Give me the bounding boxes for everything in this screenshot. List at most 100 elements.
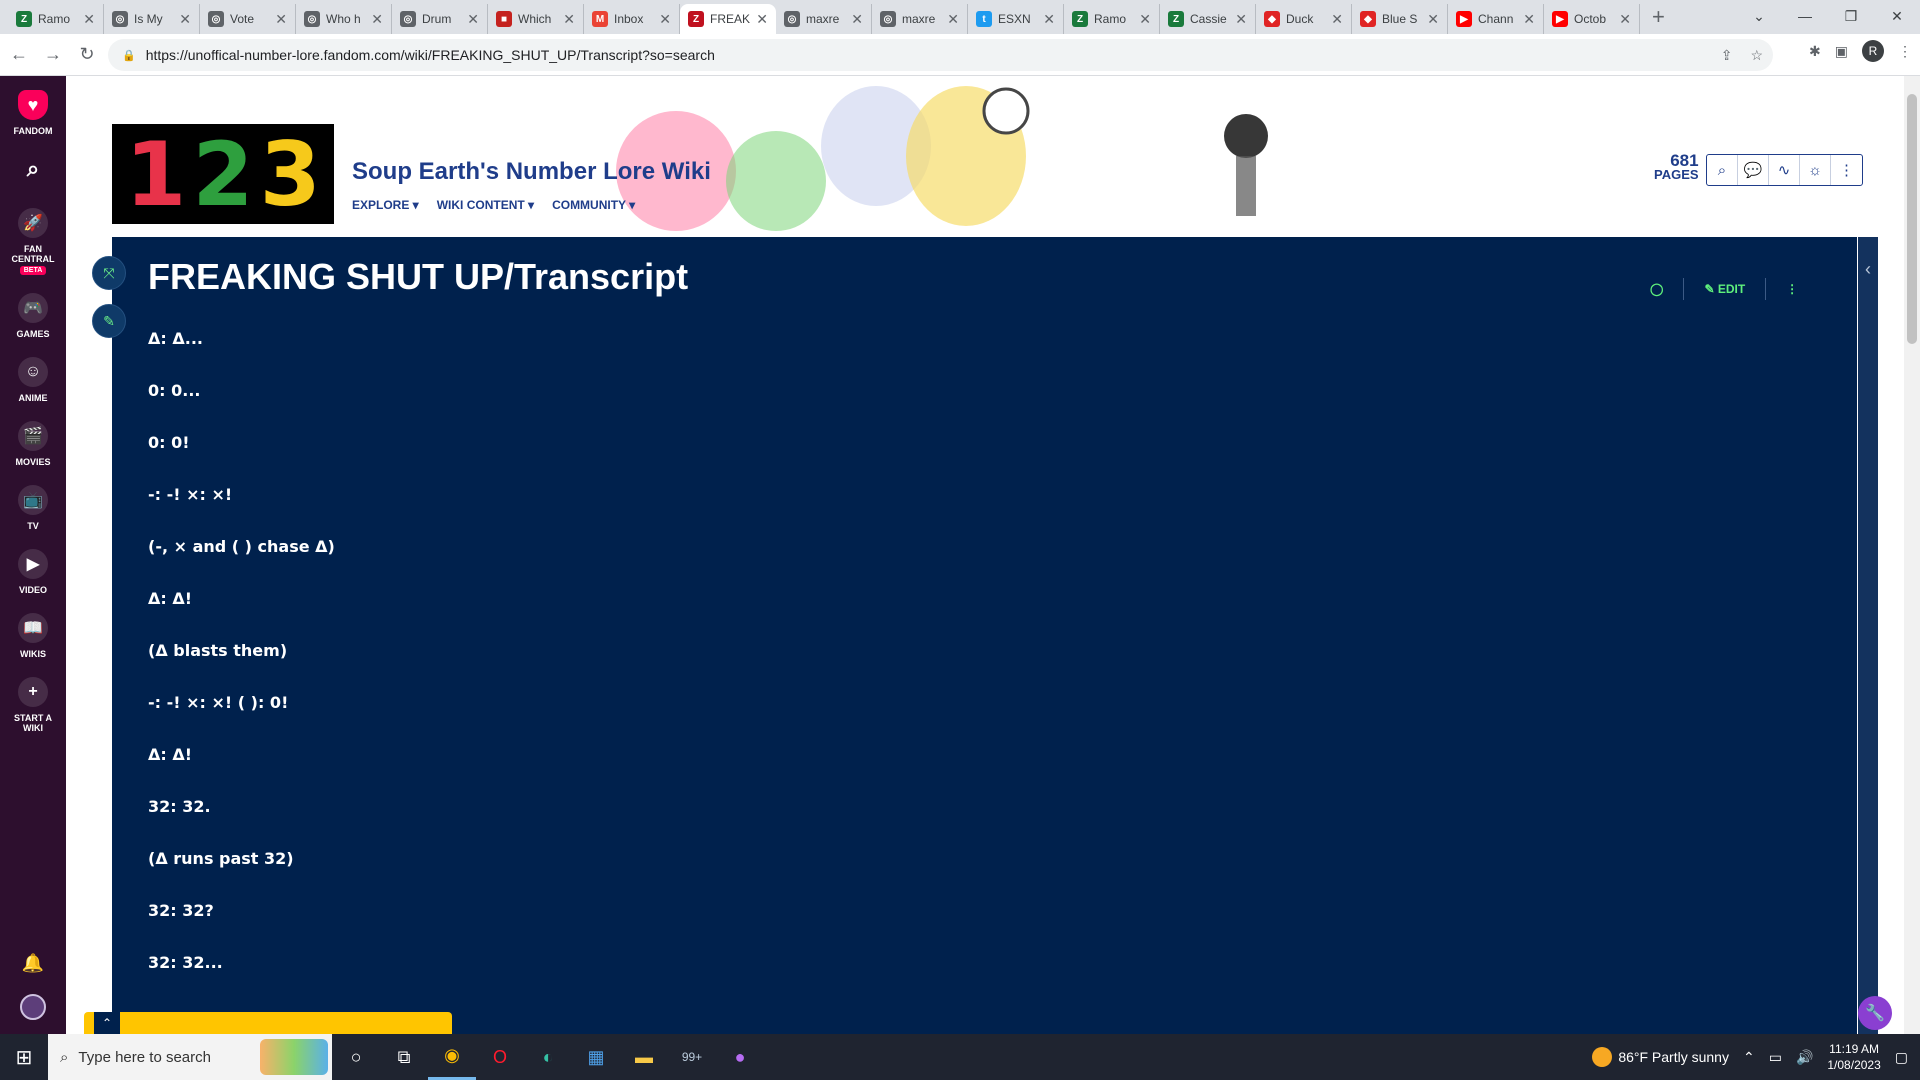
tab-close-icon[interactable]: ✕	[275, 11, 287, 28]
tab-close-icon[interactable]: ✕	[467, 11, 479, 28]
fullscreen-toggle-icon[interactable]: ⤧	[92, 256, 126, 290]
fandom-nav-fan-central[interactable]: 🚀 FAN CENTRAL BETA	[3, 208, 63, 275]
wiki-title[interactable]: Soup Earth's Number Lore Wiki	[352, 158, 711, 186]
fandom-nav-movies[interactable]: 🎬 MOVIES	[3, 421, 63, 467]
volume-icon[interactable]: 🔊	[1796, 1049, 1813, 1066]
edge-icon[interactable]: ◐	[524, 1034, 572, 1080]
tab-close-icon[interactable]: ✕	[83, 11, 95, 28]
wrench-tools-icon[interactable]: 🔧	[1858, 996, 1892, 1030]
edit-pencil-icon[interactable]: ✎	[92, 304, 126, 338]
tray-chevron-icon[interactable]: ⌃	[1743, 1049, 1755, 1066]
page-scrollbar[interactable]	[1904, 76, 1920, 1034]
tab-close-icon[interactable]: ✕	[1043, 11, 1055, 28]
minimize-button[interactable]: —	[1782, 0, 1828, 32]
fandom-nav-wikis[interactable]: 📖 WIKIS	[3, 613, 63, 659]
more-options-icon[interactable]: ⋮	[1831, 155, 1862, 185]
fandom-nav-start-a-wiki[interactable]: + START A WIKI	[3, 677, 63, 733]
fandom-nav-tv[interactable]: 📺 TV	[3, 485, 63, 531]
fandom-nav-video[interactable]: ▶ VIDEO	[3, 549, 63, 595]
tab-close-icon[interactable]: ✕	[947, 11, 959, 28]
clock[interactable]: 11:19 AM 1/08/2023	[1827, 1041, 1880, 1073]
notifications-bell-icon[interactable]: 🔔	[22, 953, 44, 974]
address-bar[interactable]: 🔒 https://unoffical-number-lore.fandom.c…	[108, 39, 1773, 71]
wiki-search-icon[interactable]: ⌕	[1707, 155, 1738, 185]
tab-close-icon[interactable]: ✕	[1235, 11, 1247, 28]
tab-close-icon[interactable]: ✕	[1331, 11, 1343, 28]
edit-button[interactable]: ✎ EDIT	[1704, 282, 1745, 296]
tab-close-icon[interactable]: ✕	[851, 11, 863, 28]
user-avatar[interactable]	[20, 994, 46, 1020]
tab-close-icon[interactable]: ✕	[563, 11, 575, 28]
close-window-button[interactable]: ✕	[1874, 0, 1920, 32]
browser-tab[interactable]: t ESXN ✕	[968, 4, 1064, 34]
side-panel-icon[interactable]: ▣	[1835, 43, 1848, 60]
mail-icon[interactable]: 99+	[668, 1034, 716, 1080]
browser-tab[interactable]: M Inbox ✕	[584, 4, 680, 34]
browser-tab[interactable]: ■ Which ✕	[488, 4, 584, 34]
weather-widget[interactable]: 86°F Partly sunny	[1592, 1047, 1729, 1067]
browser-tab[interactable]: Z Ramo ✕	[1064, 4, 1160, 34]
task-view-icon[interactable]: ⧉	[380, 1034, 428, 1080]
nav-community[interactable]: COMMUNITY ▾	[552, 198, 635, 212]
paint-drop-icon[interactable]: ●	[716, 1034, 764, 1080]
taskbar-search[interactable]: ⌕ Type here to search	[48, 1034, 332, 1080]
opera-icon[interactable]: O	[476, 1034, 524, 1080]
fandom-nav-games[interactable]: 🎮 GAMES	[3, 293, 63, 339]
notifications-icon[interactable]: ▢	[1895, 1049, 1908, 1066]
extensions-icon[interactable]: ✱	[1809, 43, 1821, 60]
tab-close-icon[interactable]: ✕	[1523, 11, 1535, 28]
scrollbar-thumb[interactable]	[1907, 94, 1917, 344]
tab-close-icon[interactable]: ✕	[1619, 11, 1631, 28]
activity-icon[interactable]: ∿	[1769, 155, 1800, 185]
back-icon[interactable]: ←	[4, 44, 34, 65]
reload-icon[interactable]: ↻	[72, 44, 102, 65]
theme-toggle-icon[interactable]: ☼	[1800, 155, 1831, 185]
tab-close-icon[interactable]: ✕	[371, 11, 383, 28]
browser-tab[interactable]: ◎ Is My ✕	[104, 4, 200, 34]
browser-tab[interactable]: ◎ Drum ✕	[392, 4, 488, 34]
fandom-nav-anime[interactable]: ☺ ANIME	[3, 357, 63, 403]
nav-wiki-content[interactable]: WIKI CONTENT ▾	[436, 198, 535, 212]
browser-tab[interactable]: Z FREAK ✕	[680, 4, 776, 34]
browser-tab[interactable]: ◎ maxre ✕	[872, 4, 968, 34]
cortana-icon[interactable]: ○	[332, 1034, 380, 1080]
file-explorer-icon[interactable]: ▬	[620, 1034, 668, 1080]
maximize-button[interactable]: ❐	[1828, 0, 1874, 32]
new-tab-button[interactable]: +	[1652, 4, 1665, 30]
bookmark-star-icon[interactable]: ☆	[1750, 47, 1763, 64]
transcript-line: 32: 32?	[148, 901, 214, 920]
wiki-logo[interactable]: 1 2 3	[112, 123, 334, 226]
browser-tab[interactable]: Z Cassie ✕	[1160, 4, 1256, 34]
tab-close-icon[interactable]: ✕	[756, 11, 768, 28]
browser-tab[interactable]: ▶ Chann ✕	[1448, 4, 1544, 34]
store-icon[interactable]: ▦	[572, 1034, 620, 1080]
fandom-logo[interactable]: ♥ FANDOM	[3, 90, 63, 136]
comment-icon[interactable]: ◯	[1650, 282, 1663, 296]
forward-icon[interactable]: →	[38, 44, 68, 65]
share-icon[interactable]: ⇪	[1721, 47, 1733, 64]
tab-search-icon[interactable]: ⌄	[1736, 0, 1782, 32]
nav-explore[interactable]: EXPLORE ▾	[352, 198, 419, 212]
chevron-up-icon[interactable]: ⌃	[94, 1012, 120, 1034]
windows-start-icon[interactable]: ⊞	[0, 1034, 48, 1080]
browser-tab[interactable]: ◎ maxre ✕	[776, 4, 872, 34]
discussions-icon[interactable]: 💬	[1738, 155, 1769, 185]
browser-tab[interactable]: ◆ Blue S ✕	[1352, 4, 1448, 34]
browser-tab[interactable]: Z Ramo ✕	[8, 4, 104, 34]
browser-tab[interactable]: ◎ Who h ✕	[296, 4, 392, 34]
browser-toolbar: ← → ↻ 🔒 https://unoffical-number-lore.fa…	[0, 34, 1920, 76]
collapse-sidebar-chevron-icon[interactable]: ‹	[1858, 237, 1878, 1034]
browser-menu-icon[interactable]: ⋮	[1898, 43, 1912, 60]
page-more-icon[interactable]: ⋮	[1786, 282, 1798, 296]
browser-tab[interactable]: ◎ Vote ✕	[200, 4, 296, 34]
tab-close-icon[interactable]: ✕	[179, 11, 191, 28]
browser-tab[interactable]: ◆ Duck ✕	[1256, 4, 1352, 34]
tab-close-icon[interactable]: ✕	[1427, 11, 1439, 28]
profile-avatar[interactable]: R	[1862, 40, 1884, 62]
tab-close-icon[interactable]: ✕	[1139, 11, 1151, 28]
chrome-icon[interactable]: ◉	[428, 1034, 476, 1080]
browser-tab[interactable]: ▶ Octob ✕	[1544, 4, 1640, 34]
network-icon[interactable]: ▭	[1769, 1049, 1782, 1066]
tab-close-icon[interactable]: ✕	[659, 11, 671, 28]
fandom-search[interactable]: ⌕	[3, 154, 63, 190]
